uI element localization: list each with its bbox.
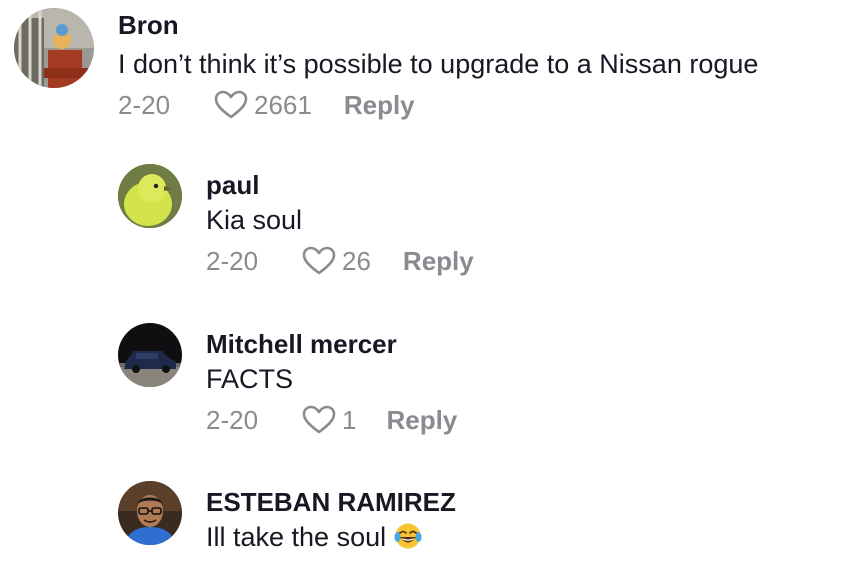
heart-icon — [302, 246, 336, 275]
comment-text: Ill take the soul — [206, 522, 387, 552]
reply-button[interactable]: Reply — [403, 246, 474, 276]
comment-date: 2-20 — [118, 90, 171, 120]
like-count: 1 — [342, 405, 357, 435]
avatar[interactable] — [118, 323, 182, 387]
like-count: 2661 — [254, 90, 312, 120]
dark-car-avatar — [118, 323, 182, 387]
reply-button[interactable]: Reply — [344, 90, 415, 120]
like-button[interactable]: 1 — [302, 405, 386, 435]
avatar[interactable] — [14, 8, 94, 88]
like-count: 26 — [342, 246, 371, 276]
comment-text: I don’t think it’s possible to upgrade t… — [118, 49, 759, 79]
comment-date: 2-20 — [206, 246, 259, 276]
man-glasses-avatar — [118, 481, 182, 545]
comment-date: 2-20 — [206, 405, 259, 435]
comment-text: Kia soul — [206, 205, 303, 235]
username[interactable]: ESTEBAN RAMIREZ — [206, 487, 456, 517]
username[interactable]: Mitchell mercer — [206, 329, 457, 359]
tears-of-joy-emoji-icon — [394, 523, 422, 549]
avatar[interactable] — [118, 164, 182, 228]
like-button[interactable]: 2661 — [214, 90, 344, 120]
reply-button[interactable]: Reply — [386, 405, 457, 435]
comment-text-row: Ill take the soul — [206, 521, 456, 553]
like-button[interactable]: 26 — [302, 246, 403, 276]
username[interactable]: paul — [206, 170, 474, 200]
username[interactable]: Bron — [118, 10, 758, 40]
heart-icon — [214, 90, 248, 119]
comment-text: FACTS — [206, 364, 294, 394]
porch-figure-avatar — [14, 8, 94, 88]
heart-icon — [302, 405, 336, 434]
yellow-bird-avatar — [118, 164, 182, 228]
avatar[interactable] — [118, 481, 182, 545]
